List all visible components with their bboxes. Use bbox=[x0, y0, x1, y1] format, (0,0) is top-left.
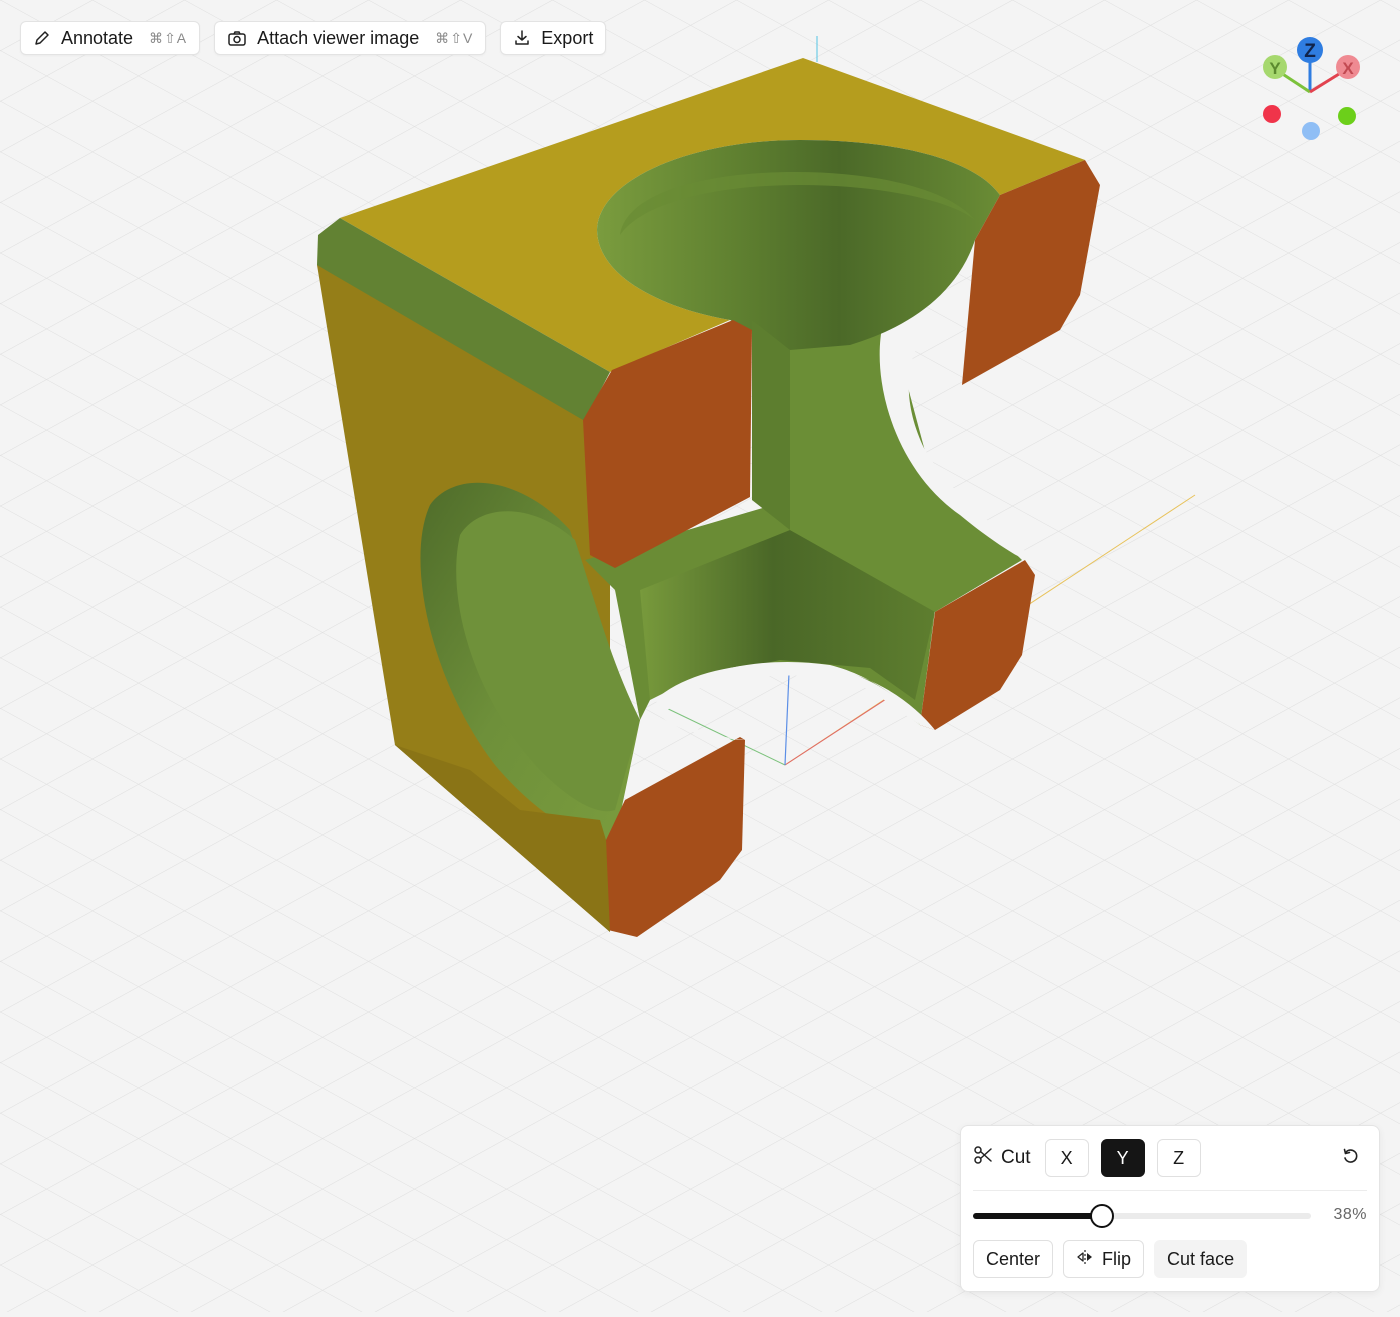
viewer-toolbar: Annotate ⌘⇧A Attach viewer image ⌘⇧V Exp… bbox=[20, 21, 607, 55]
scene-canvas[interactable] bbox=[0, 0, 1400, 1312]
cut-reset-button[interactable] bbox=[1335, 1142, 1367, 1174]
annotate-button[interactable]: Annotate ⌘⇧A bbox=[20, 21, 201, 55]
orientation-gizmo[interactable]: Z Y X bbox=[1255, 34, 1365, 144]
cut-position-slider[interactable] bbox=[973, 1204, 1311, 1228]
attach-viewer-image-button[interactable]: Attach viewer image ⌘⇧V bbox=[214, 21, 487, 55]
cut-axis-y-button[interactable]: Y bbox=[1100, 1139, 1145, 1177]
annotate-label: Annotate bbox=[61, 27, 134, 48]
center-label: Center bbox=[986, 1248, 1041, 1269]
cut-header-row: Cut X Y Z bbox=[973, 1138, 1367, 1178]
download-icon bbox=[513, 29, 531, 47]
annotate-shortcut: ⌘⇧A bbox=[149, 29, 188, 46]
export-button[interactable]: Export bbox=[500, 21, 607, 55]
reset-icon bbox=[1341, 1146, 1361, 1171]
cut-panel: Cut X Y Z 38% Center Flip Cut face bbox=[960, 1125, 1380, 1292]
3d-viewport[interactable] bbox=[0, 0, 1400, 1312]
cut-face-label: Cut face bbox=[1167, 1248, 1235, 1269]
cut-divider bbox=[973, 1190, 1367, 1191]
export-label: Export bbox=[541, 27, 594, 48]
flip-icon bbox=[1076, 1249, 1094, 1270]
attach-label: Attach viewer image bbox=[257, 27, 420, 48]
cut-axis-x-button[interactable]: X bbox=[1044, 1139, 1089, 1177]
cut-position-value: 38% bbox=[1333, 1206, 1367, 1223]
gizmo-neg-y-axis[interactable] bbox=[1338, 107, 1356, 125]
gizmo-y-label: Y bbox=[1269, 59, 1281, 78]
model-center-column bbox=[752, 320, 790, 530]
cut-axis-z-button[interactable]: Z bbox=[1156, 1139, 1201, 1177]
cut-title-label: Cut bbox=[1001, 1147, 1031, 1168]
gizmo-neg-z-axis[interactable] bbox=[1302, 122, 1320, 140]
attach-shortcut: ⌘⇧V bbox=[435, 29, 474, 46]
slider-fill bbox=[973, 1213, 1101, 1219]
pencil-icon bbox=[33, 29, 51, 47]
center-button[interactable]: Center bbox=[973, 1240, 1054, 1278]
flip-button[interactable]: Flip bbox=[1063, 1240, 1145, 1278]
cut-face-button[interactable]: Cut face bbox=[1154, 1240, 1248, 1278]
scissors-icon bbox=[973, 1145, 993, 1171]
camera-icon bbox=[227, 29, 247, 47]
cut-title: Cut bbox=[973, 1145, 1031, 1171]
gizmo-x-label: X bbox=[1342, 59, 1354, 78]
flip-label: Flip bbox=[1102, 1248, 1132, 1269]
gizmo-z-label: Z bbox=[1304, 41, 1316, 62]
slider-thumb[interactable] bbox=[1090, 1204, 1114, 1228]
gizmo-neg-x-axis[interactable] bbox=[1263, 105, 1281, 123]
cut-actions-row: Center Flip Cut face bbox=[973, 1240, 1248, 1278]
